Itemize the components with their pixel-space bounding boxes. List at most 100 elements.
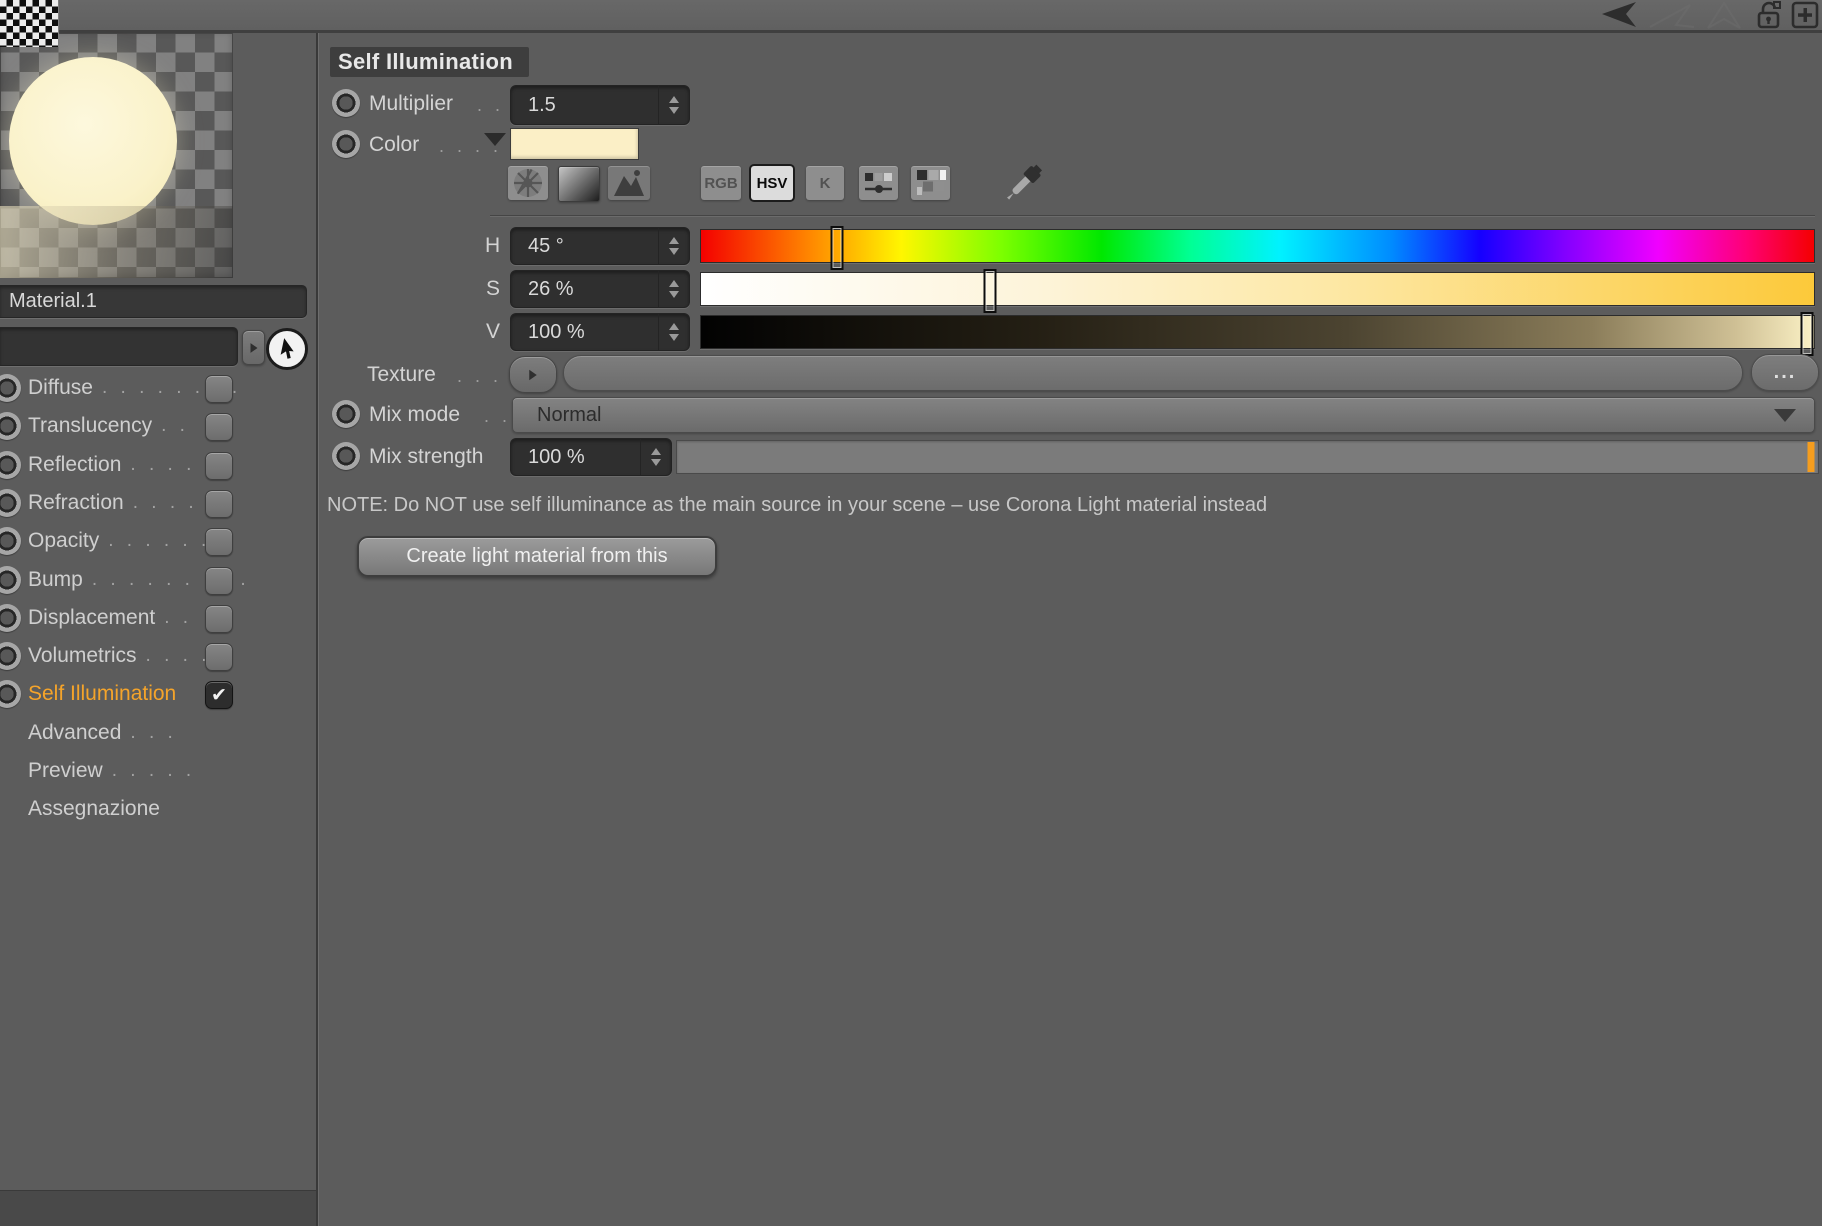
channel-search-field[interactable]: [0, 327, 238, 366]
hue-stepper[interactable]: [658, 228, 689, 264]
channel-checkbox[interactable]: [205, 643, 233, 672]
multiplier-stepper[interactable]: [658, 86, 689, 124]
saturation-stepper[interactable]: [658, 271, 689, 307]
add-new-icon[interactable]: [1791, 1, 1819, 29]
channel-checkbox[interactable]: [205, 528, 233, 557]
multiplier-input[interactable]: 1.5: [510, 85, 690, 125]
color-swatch[interactable]: [510, 128, 639, 160]
saturation-slider-handle[interactable]: [983, 269, 997, 313]
channel-radio[interactable]: [0, 565, 21, 594]
mix-mode-dropdown[interactable]: Normal: [512, 397, 1815, 433]
color-radio[interactable]: [332, 130, 360, 158]
mix-strength-slider-handle[interactable]: [1807, 442, 1815, 472]
panel-divider[interactable]: [316, 33, 318, 1226]
channel-dot-leader: . . . .: [145, 645, 211, 667]
channel-row[interactable]: Self Illumination ✔: [0, 675, 316, 713]
channel-radio[interactable]: [0, 450, 21, 479]
channel-dot-leader: . .: [161, 415, 189, 437]
field-expand-button[interactable]: [242, 330, 265, 365]
mix-strength-radio[interactable]: [332, 442, 360, 470]
hue-slider-handle[interactable]: [830, 226, 844, 270]
mix-strength-slider[interactable]: [676, 440, 1819, 474]
checker-pattern-swatch[interactable]: [0, 0, 59, 47]
mix-mode-dots: . .: [484, 406, 512, 426]
multiplier-radio[interactable]: [332, 89, 360, 117]
channel-row[interactable]: Assegnazione: [0, 790, 316, 828]
value-slider[interactable]: [700, 312, 1815, 356]
channel-list: Diffuse . . . . . . . . Translucency . .…: [0, 369, 316, 831]
texture-browse-button[interactable]: ...: [1751, 354, 1819, 391]
channel-label: Self Illumination: [28, 682, 177, 706]
channel-checkbox[interactable]: [205, 566, 233, 595]
section-header: Self Illumination: [330, 47, 529, 77]
channel-label: Translucency: [28, 414, 153, 438]
channel-checkbox[interactable]: ✔: [205, 681, 233, 710]
hsv-mode-button[interactable]: HSV: [751, 166, 793, 200]
texture-expand-button[interactable]: [509, 356, 557, 393]
channel-radio[interactable]: [0, 374, 21, 402]
up-arrow-ghost-icon[interactable]: [1702, 1, 1746, 29]
value-stepper[interactable]: [658, 314, 689, 350]
channel-row[interactable]: Translucency . .: [0, 407, 316, 445]
gradient-box-icon[interactable]: [558, 166, 600, 202]
channel-radio[interactable]: [0, 642, 21, 671]
play-arrow-icon: [529, 369, 537, 380]
channel-radio[interactable]: [0, 412, 21, 441]
rgb-mode-button[interactable]: RGB: [701, 166, 741, 200]
channel-checkbox[interactable]: [205, 413, 233, 442]
channel-row[interactable]: Preview . . . . .: [0, 752, 316, 790]
saturation-value: 26 %: [528, 277, 574, 300]
channel-radio[interactable]: [0, 680, 21, 709]
swatch-grid-icon[interactable]: [911, 166, 950, 200]
channel-radio[interactable]: [0, 527, 21, 556]
back-arrow-icon[interactable]: [1598, 1, 1638, 28]
channel-dot-leader: . . . . .: [111, 760, 196, 781]
value-input[interactable]: 100 %: [510, 313, 690, 351]
channel-dot-leader: . .: [164, 606, 193, 628]
channel-row[interactable]: Bump . . . . . . . . .: [0, 561, 316, 599]
mix-strength-input[interactable]: 100 %: [510, 438, 672, 476]
channel-checkbox[interactable]: [205, 375, 233, 403]
hue-value: 45 °: [528, 234, 564, 257]
sidebar-footer: [0, 1190, 316, 1226]
hue-slider[interactable]: [700, 226, 1815, 270]
channel-checkbox[interactable]: [205, 489, 233, 518]
channel-radio[interactable]: [0, 488, 21, 517]
pick-cursor-icon[interactable]: [266, 328, 308, 370]
create-light-material-button[interactable]: Create light material from this: [357, 536, 717, 577]
channel-radio[interactable]: [0, 603, 21, 632]
channel-row[interactable]: Volumetrics . . . .: [0, 637, 316, 675]
channel-label: Volumetrics: [28, 644, 137, 668]
channel-label: Advanced: [28, 720, 122, 744]
channel-label: Displacement: [28, 605, 156, 629]
section-separator: [490, 215, 1815, 216]
value-value: 100 %: [528, 320, 585, 343]
mix-strength-stepper[interactable]: [640, 439, 671, 475]
channel-row[interactable]: Diffuse . . . . . . . .: [0, 369, 316, 407]
texture-path-field[interactable]: [563, 355, 1743, 391]
material-preview[interactable]: [0, 33, 233, 278]
color-wheel-icon[interactable]: [508, 166, 548, 200]
channel-label: Assegnazione: [28, 797, 160, 821]
lock-icon[interactable]: [1755, 1, 1783, 29]
channel-row[interactable]: Refraction . . . . .: [0, 484, 316, 522]
channel-checkbox[interactable]: [205, 604, 233, 633]
kelvin-mode-button[interactable]: K: [806, 166, 844, 200]
mix-mode-radio[interactable]: [332, 400, 360, 428]
value-slider-handle[interactable]: [1800, 312, 1814, 356]
saturation-slider[interactable]: [700, 269, 1815, 313]
channel-row[interactable]: Advanced . . .: [0, 714, 316, 752]
channel-checkbox[interactable]: [205, 451, 233, 480]
material-name-field[interactable]: Material.1: [0, 285, 307, 318]
channel-row[interactable]: Displacement . .: [0, 599, 316, 637]
eyedropper-icon[interactable]: [995, 160, 1053, 204]
channel-row[interactable]: Opacity . . . . . . .: [0, 522, 316, 560]
image-picker-icon[interactable]: [608, 166, 650, 200]
saturation-input[interactable]: 26 %: [510, 270, 690, 308]
channel-row[interactable]: Reflection . . . . .: [0, 446, 316, 484]
mixer-sliders-icon[interactable]: [859, 166, 898, 200]
check-icon: ✔: [211, 684, 227, 706]
forward-arrow-ghost-icon[interactable]: [1646, 1, 1698, 29]
color-expand-arrow-icon[interactable]: [484, 133, 506, 146]
hue-input[interactable]: 45 °: [510, 227, 690, 265]
